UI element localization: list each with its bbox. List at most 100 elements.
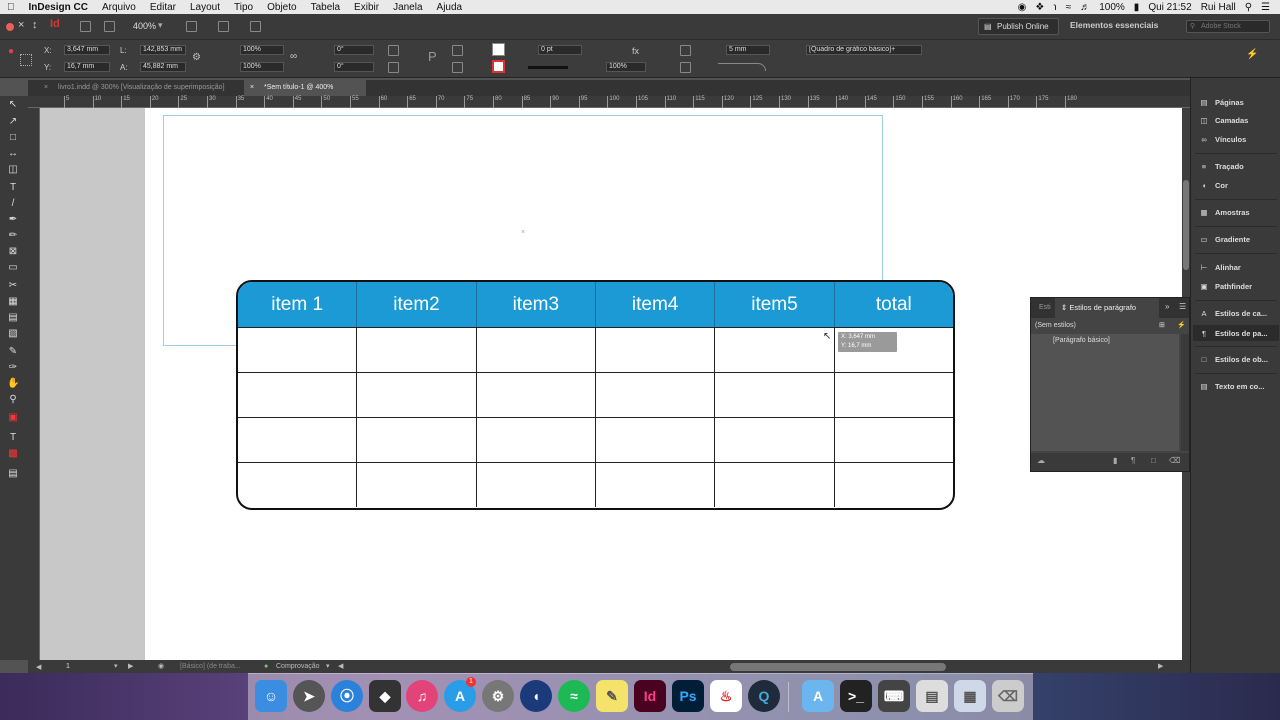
table-header-cell[interactable]: item5 <box>715 282 835 327</box>
documents-stack-icon[interactable]: ▤ <box>916 680 948 712</box>
table-header-cell[interactable]: item3 <box>477 282 596 327</box>
panel-estilos-caractere[interactable]: A Estilos de ca... <box>1199 309 1267 318</box>
x-field[interactable]: 3,647 mm <box>64 45 110 55</box>
preview-stack-icon[interactable]: ▦ <box>954 680 986 712</box>
object-style-select[interactable]: [Quadro de gráfico básico]+ <box>806 45 922 55</box>
screen-mode-icon[interactable] <box>218 21 229 32</box>
corner-shape-icon[interactable] <box>718 63 766 71</box>
effects-icon[interactable]: fx <box>632 46 639 56</box>
flip-horizontal-icon[interactable] <box>452 45 463 56</box>
quicktime-icon[interactable]: Q <box>748 680 780 712</box>
table-header-cell[interactable]: item2 <box>357 282 477 327</box>
battery-icon[interactable]: ▮ <box>1134 2 1140 13</box>
chevron-down-icon[interactable]: ▾ <box>158 20 163 31</box>
next-page-icon[interactable]: ▶ <box>128 662 133 670</box>
table-cell[interactable] <box>357 418 477 462</box>
clock[interactable]: Qui 21:52 <box>1148 2 1191 13</box>
menu-app-name[interactable]: InDesign CC <box>22 2 95 13</box>
table-header-cell[interactable]: total <box>835 282 953 327</box>
link-icon[interactable]: ∞ <box>290 51 297 62</box>
direct-selection-tool-icon[interactable]: ↗ <box>7 116 19 128</box>
wifi-icon[interactable]: ≈ <box>1066 2 1072 13</box>
horizontal-scroll-thumb[interactable] <box>730 663 946 671</box>
bridge-icon[interactable] <box>80 21 91 32</box>
close-icon[interactable]: × <box>18 19 24 31</box>
user-name[interactable]: Rui Hall <box>1201 2 1236 13</box>
chevron-down-icon[interactable]: ▾ <box>326 662 330 670</box>
table-cell[interactable] <box>715 418 835 462</box>
menu-janela[interactable]: Janela <box>386 2 429 13</box>
trash-icon[interactable]: ⌫ <box>1169 456 1180 465</box>
panel-estilos-paragrafo[interactable]: ¶ Estilos de pa... <box>1193 325 1279 341</box>
adobe-stock-search[interactable]: ⚲ Adobe Stock <box>1186 20 1270 33</box>
menu-arquivo[interactable]: Arquivo <box>95 2 143 13</box>
table-cell[interactable] <box>715 463 835 507</box>
table-cell[interactable] <box>357 463 477 507</box>
acrobat-icon[interactable]: ♨ <box>710 680 742 712</box>
style-item[interactable]: [Parágrafo básico] <box>1053 337 1110 344</box>
stickies-icon[interactable]: ✎ <box>596 680 628 712</box>
applications-folder-icon[interactable]: A <box>802 680 834 712</box>
paragraph-icon[interactable]: ¶ <box>1131 456 1135 465</box>
content-collector-icon[interactable]: ◫ <box>7 164 19 176</box>
workspace-switcher[interactable]: Elementos essenciais <box>1070 20 1158 30</box>
publish-online-button[interactable]: ▤ Publish Online <box>978 18 1059 35</box>
menu-editar[interactable]: Editar <box>143 2 183 13</box>
stroke-weight-field[interactable]: 0 pt <box>538 45 582 55</box>
selection-tool-icon[interactable]: ↖ <box>7 99 19 111</box>
terminal-icon[interactable]: >_ <box>840 680 872 712</box>
menu-tipo[interactable]: Tipo <box>227 2 260 13</box>
preview-icon[interactable]: ◉ <box>158 662 164 670</box>
dropbox-icon[interactable]: ❖ <box>1035 2 1044 13</box>
zoom-level[interactable]: 400% <box>133 21 156 31</box>
table-cell[interactable] <box>238 418 358 462</box>
bluetooth-icon[interactable]: ℩ <box>1053 2 1056 13</box>
fill-stroke-icon[interactable]: ▣ <box>7 412 19 424</box>
line-tool-icon[interactable]: / <box>7 198 19 210</box>
scroll-left-icon[interactable]: ◀ <box>338 662 343 670</box>
system-preferences-icon[interactable]: ⚙ <box>482 680 514 712</box>
lightning-icon[interactable]: ⚡ <box>1246 49 1258 60</box>
gap-tool-icon[interactable]: ↔ <box>7 148 19 160</box>
gradient-feather-tool-icon[interactable]: ▧ <box>7 328 19 340</box>
reference-point-icon[interactable] <box>20 54 32 66</box>
table-cell[interactable] <box>835 463 953 507</box>
rectangle-frame-tool-icon[interactable]: ⊠ <box>7 246 19 258</box>
table-cell[interactable] <box>715 373 835 417</box>
rectangle-tool-icon[interactable]: ▭ <box>7 262 19 274</box>
table-cell[interactable] <box>596 463 716 507</box>
table-cell[interactable] <box>238 328 358 372</box>
itunes-icon[interactable]: ♫ <box>406 680 438 712</box>
notification-icon[interactable]: ☰ <box>1261 2 1270 13</box>
tab-livro1[interactable]: × livro1.indd @ 300% [Visualização de su… <box>38 80 248 96</box>
stock-icon[interactable] <box>104 21 115 32</box>
panel-texto-contorno[interactable]: ▤ Texto em co... <box>1199 382 1264 391</box>
pen-tool-icon[interactable]: ✒ <box>7 214 19 226</box>
panel-scrollbar[interactable] <box>1181 334 1189 451</box>
table-cell[interactable] <box>477 463 596 507</box>
trash-icon[interactable]: ⌫ <box>992 680 1024 712</box>
spotify-icon[interactable]: ≈ <box>558 680 590 712</box>
table-cell[interactable] <box>357 373 477 417</box>
opacity-field[interactable]: 100% <box>606 62 646 72</box>
table-cell[interactable] <box>238 373 358 417</box>
scale-x-field[interactable]: 100% <box>240 45 284 55</box>
table-cell[interactable] <box>477 328 596 372</box>
panel-tracado[interactable]: ≡ Traçado <box>1199 162 1244 171</box>
height-field[interactable]: 45,882 mm <box>140 62 186 72</box>
apply-none-icon[interactable]: ▩ <box>7 448 19 460</box>
gear-icon[interactable]: ⚙ <box>192 52 201 63</box>
finder-icon[interactable]: ☺ <box>255 680 287 712</box>
panel-gradiente[interactable]: ▭ Gradiente <box>1199 235 1250 244</box>
vertical-scroll-thumb[interactable] <box>1183 180 1189 270</box>
horizontal-ruler[interactable]: 5 10 15 20 25 30 35 40 45 50 55 60 65 70 75 80 85 90 95 100… <box>28 96 1190 108</box>
safari-icon[interactable]: ⦿ <box>331 680 363 712</box>
view-options-icon[interactable] <box>186 21 197 32</box>
text-path-icon[interactable]: P <box>428 49 437 64</box>
preflight-label[interactable]: Comprovação <box>276 663 320 670</box>
close-window-button[interactable] <box>6 23 14 31</box>
menu-layout[interactable]: Layout <box>183 2 227 13</box>
menu-objeto[interactable]: Objeto <box>260 2 303 13</box>
menu-exibir[interactable]: Exibir <box>347 2 386 13</box>
panel-vinculos[interactable]: ∞ Vínculos <box>1199 135 1246 144</box>
